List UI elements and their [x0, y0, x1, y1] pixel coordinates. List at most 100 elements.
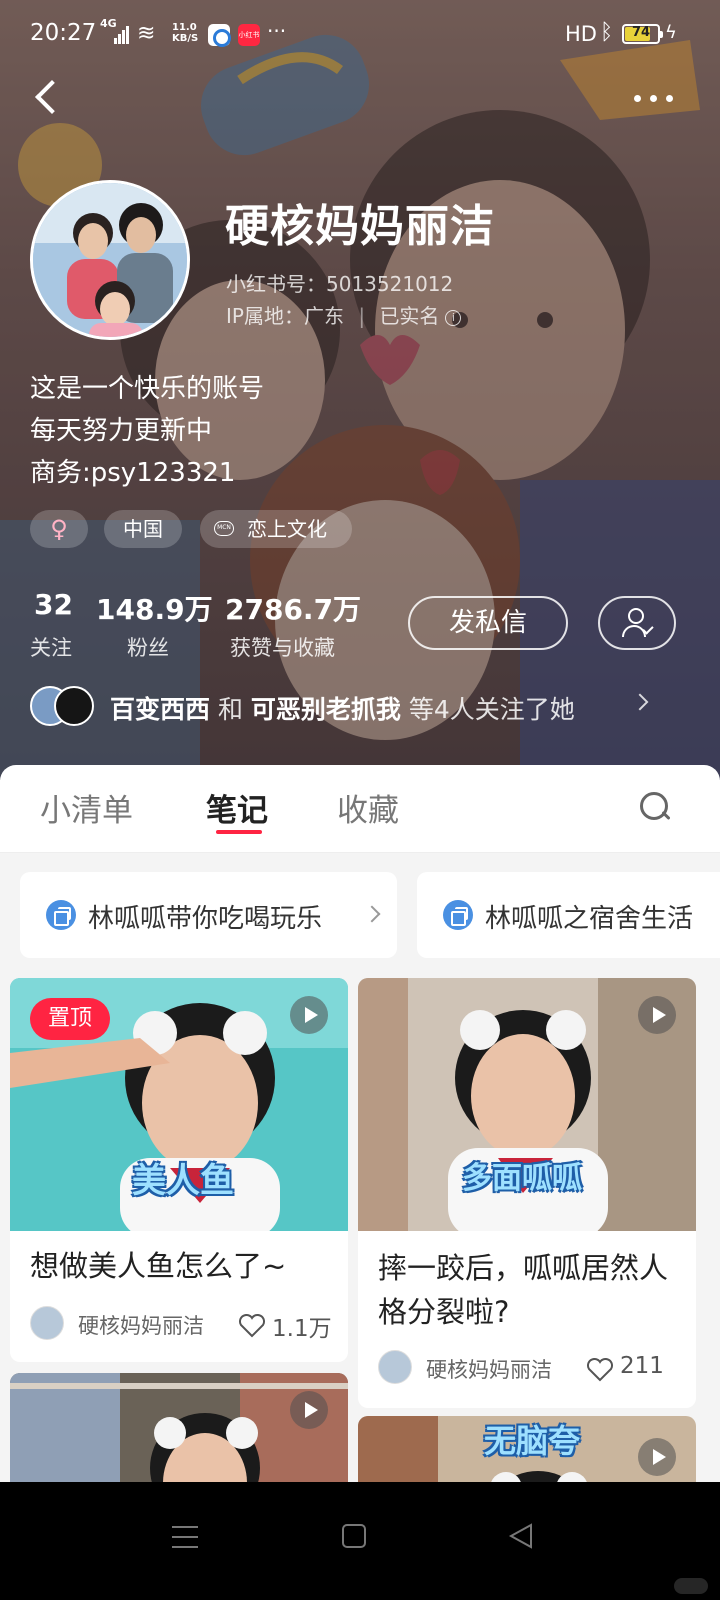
signal-icon — [114, 24, 130, 44]
watermark — [674, 1578, 708, 1594]
tab-notes[interactable]: 笔记 — [206, 785, 268, 830]
bio-line: 这是一个快乐的账号 — [30, 374, 265, 404]
heart-icon[interactable] — [586, 1358, 614, 1382]
author-name[interactable]: 硬核妈妈丽洁 — [426, 1354, 552, 1384]
note-card[interactable]: 无脑夸 — [358, 1416, 696, 1482]
stat-label: 粉丝 — [127, 636, 169, 660]
wifi-icon: ≋ — [137, 21, 156, 46]
stat-label: 获赞与收藏 — [230, 636, 335, 660]
note-cover: 无脑夸 — [358, 1416, 696, 1482]
tab-collections[interactable]: 收藏 — [337, 785, 399, 830]
mutual-conj: 和 — [210, 695, 251, 724]
collection-title: 林呱呱之宿舍生活 — [485, 904, 694, 934]
note-cover: 多面呱呱 — [358, 978, 696, 1231]
battery-level: 74 — [631, 25, 651, 40]
stat-value: 148.9万 — [96, 593, 213, 626]
mutual-followers[interactable]: 百变西西 和 可恶别老抓我 等4人关注了她 — [30, 686, 690, 728]
bio-line: 每天努力更新中 — [30, 416, 213, 446]
play-icon — [290, 1391, 328, 1429]
profile-tabs: 小清单 笔记 收藏 — [0, 765, 720, 853]
play-icon — [290, 996, 328, 1034]
pinned-badge: 置顶 — [30, 998, 110, 1040]
verified-label: 已实名 — [379, 304, 440, 328]
status-time: 20:27 — [30, 20, 97, 46]
charging-icon: ϟ — [665, 22, 677, 43]
collection-icon — [443, 900, 473, 930]
avatar-photo — [33, 183, 187, 337]
play-icon — [638, 996, 676, 1034]
mcn-icon: MCN — [214, 521, 234, 536]
followed-user-icon[interactable] — [598, 596, 676, 650]
active-tab-indicator — [216, 830, 262, 834]
profile-avatar[interactable] — [30, 180, 190, 340]
system-navigation-bar — [0, 1482, 720, 1600]
stat-label: 关注 — [30, 636, 72, 660]
battery-icon: 74 — [622, 24, 663, 44]
status-bar: 20:27 4G ≋ 11.0 KB/S 小红书 ··· HD ᛒ 74 ϟ — [0, 0, 720, 70]
back-triangle-icon[interactable] — [507, 1522, 535, 1550]
chevron-right-icon — [631, 693, 649, 711]
cover-caption: 无脑夸 — [484, 1422, 581, 1460]
cover-caption: 美人鱼 — [132, 1161, 234, 1201]
play-icon — [638, 1438, 676, 1476]
mcn-label: 恋上文化 — [247, 517, 327, 541]
collection-card[interactable]: 林呱呱带你吃喝玩乐 — [20, 872, 397, 958]
profile-nickname: 硬核妈妈丽洁 — [225, 201, 495, 252]
stat-value: 2786.7万 — [225, 593, 362, 626]
mutual-user: 百变西西 — [110, 695, 211, 724]
menu-icon[interactable] — [172, 1526, 198, 1548]
chevron-right-icon — [363, 905, 381, 923]
note-card[interactable]: 置顶 美人鱼 想做美人鱼怎么了~ 硬核妈妈丽洁 1.1万 — [10, 978, 348, 1362]
note-title: 摔一跤后，呱呱居然人格分裂啦? — [378, 1251, 669, 1329]
profile-id-label: 小红书号： — [226, 272, 326, 296]
mutual-avatar — [54, 686, 94, 726]
bluetooth-icon: ᛒ — [600, 20, 614, 45]
more-notifications-icon: ··· — [267, 19, 287, 43]
heart-icon[interactable] — [238, 1314, 266, 1338]
stat-value: 32 — [34, 588, 73, 621]
info-icon[interactable]: i — [445, 309, 462, 326]
bio-line: 商务:psy123321 — [30, 458, 236, 488]
collection-title: 林呱呱带你吃喝玩乐 — [88, 904, 323, 934]
note-card[interactable] — [10, 1373, 348, 1482]
like-count: 1.1万 — [272, 1316, 332, 1342]
send-message-button[interactable]: 发私信 — [408, 596, 568, 650]
note-cover — [10, 1373, 348, 1482]
author-name[interactable]: 硬核妈妈丽洁 — [78, 1310, 204, 1340]
like-count: 211 — [620, 1353, 664, 1379]
profile-id-value[interactable]: 5013521012 — [326, 272, 453, 296]
meta-separator: | — [358, 304, 366, 328]
region-tag: 中国 — [104, 510, 182, 548]
profile-id: 小红书号：5013521012 — [226, 268, 453, 297]
ip-value: 广东 — [303, 304, 344, 328]
profile-ip-location: IP属地：广东 | 已实名 i — [226, 300, 462, 329]
mutual-suffix: 等4人关注了她 — [400, 695, 575, 724]
app-notification-icon — [208, 24, 231, 47]
note-cover: 置顶 美人鱼 — [10, 978, 348, 1231]
hd-indicator: HD — [565, 22, 597, 46]
network-speed: 11.0 KB/S — [172, 22, 199, 44]
ip-label: IP属地： — [226, 304, 304, 328]
notes-feed: 置顶 美人鱼 想做美人鱼怎么了~ 硬核妈妈丽洁 1.1万 多面呱呱 摔一跤后，呱… — [0, 958, 720, 1482]
mutual-user: 可恶别老抓我 — [250, 695, 401, 724]
profile-header: 20:27 4G ≋ 11.0 KB/S 小红书 ··· HD ᛒ 74 ϟ 硬… — [0, 0, 720, 780]
xiaohongshu-notification-icon: 小红书 — [238, 24, 260, 46]
search-icon[interactable] — [638, 790, 674, 826]
tab-list[interactable]: 小清单 — [40, 785, 133, 830]
note-card[interactable]: 多面呱呱 摔一跤后，呱呱居然人格分裂啦? 硬核妈妈丽洁 211 — [358, 978, 696, 1408]
collection-card[interactable]: 林呱呱之宿舍生活 — [417, 872, 720, 958]
collection-icon — [46, 900, 76, 930]
author-avatar[interactable] — [30, 1306, 64, 1340]
home-icon[interactable] — [342, 1524, 366, 1548]
note-author: 硬核妈妈丽洁 1.1万 — [30, 1306, 332, 1342]
mcn-tag[interactable]: MCN 恋上文化 — [200, 510, 352, 548]
note-author: 硬核妈妈丽洁 211 — [378, 1350, 678, 1386]
cover-caption: 多面呱呱 — [462, 1161, 582, 1196]
note-title: 想做美人鱼怎么了~ — [30, 1249, 287, 1283]
more-options-button[interactable] — [630, 80, 680, 116]
gender-female-icon: ♀ — [30, 510, 88, 548]
video-thumbnail — [10, 1373, 348, 1482]
mutual-followers-text: 百变西西 和 可恶别老抓我 等4人关注了她 — [110, 690, 575, 726]
author-avatar[interactable] — [378, 1350, 412, 1384]
back-button[interactable] — [28, 75, 68, 121]
